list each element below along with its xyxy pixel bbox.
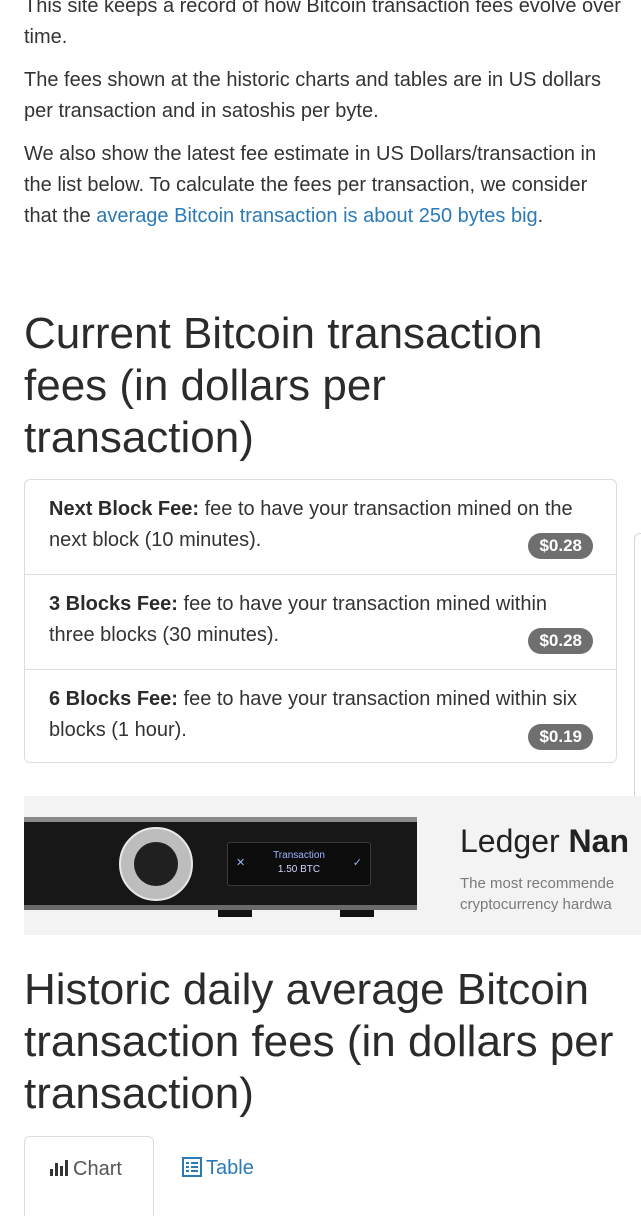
ad-brand-name: Ledger Nan — [460, 823, 629, 860]
ad-brand-bold: Nan — [568, 823, 629, 859]
fee-item-next-block: Next Block Fee: fee to have your transac… — [25, 480, 616, 575]
intro-paragraph-3: We also show the latest fee estimate in … — [24, 139, 624, 232]
device-top-edge — [24, 817, 417, 822]
bar-chart-icon — [50, 1159, 68, 1176]
ad-brand-regular: Ledger — [460, 823, 569, 859]
screen-line-2: 1.50 BTC — [277, 864, 321, 875]
ad-tagline: The most recommende cryptocurrency hardw… — [460, 873, 614, 915]
side-panel-edge — [634, 533, 641, 805]
tab-chart[interactable]: Chart — [24, 1136, 154, 1216]
fee-value-badge: $0.28 — [528, 533, 593, 559]
device-ring-center — [134, 842, 178, 886]
intro-paragraph-3-end: . — [537, 205, 544, 227]
fee-item-name: 3 Blocks Fee: — [49, 593, 178, 615]
fee-item-6-blocks: 6 Blocks Fee: fee to have your transacti… — [25, 670, 616, 765]
intro-paragraph-2: The fees shown at the historic charts an… — [24, 69, 601, 122]
intro-paragraph-1: This site keeps a record of how Bitcoin … — [24, 0, 621, 48]
average-transaction-size-link[interactable]: average Bitcoin transaction is about 250… — [96, 205, 537, 227]
fee-item-3-blocks: 3 Blocks Fee: fee to have your transacti… — [25, 575, 616, 670]
fee-item-name: 6 Blocks Fee: — [49, 688, 178, 710]
table-icon — [182, 1156, 202, 1177]
tab-table-label: Table — [206, 1157, 254, 1179]
intro-text: This site keeps a record of how Bitcoin … — [24, 0, 624, 232]
fee-value-badge: $0.28 — [528, 628, 593, 654]
ledger-ad-banner[interactable]: ✕ Transaction 1.50 BTC ✓ Ledger Nan The … — [24, 796, 641, 935]
device-screen: ✕ Transaction 1.50 BTC ✓ — [227, 842, 371, 886]
historic-fees-heading: Historic daily average Bitcoin transacti… — [24, 965, 614, 1118]
tab-table[interactable]: Table — [182, 1136, 302, 1216]
fee-item-name: Next Block Fee: — [49, 498, 200, 520]
ad-tagline-line-1: The most recommende — [460, 875, 615, 892]
tab-chart-label: Chart — [73, 1158, 122, 1180]
device-swivel-ring — [119, 827, 193, 901]
hardware-wallet-image: ✕ Transaction 1.50 BTC ✓ — [24, 817, 417, 917]
screen-line-1: Transaction — [273, 850, 325, 861]
screen-confirm-icon: ✓ — [352, 857, 362, 869]
current-fees-heading: Current Bitcoin transaction fees (in dol… — [24, 309, 543, 462]
ad-tagline-line-2: cryptocurrency hardwa — [460, 896, 612, 913]
device-button-left — [218, 910, 252, 917]
current-fees-list: Next Block Fee: fee to have your transac… — [24, 479, 617, 763]
fee-value-badge: $0.19 — [528, 724, 593, 750]
device-button-right — [340, 910, 374, 917]
